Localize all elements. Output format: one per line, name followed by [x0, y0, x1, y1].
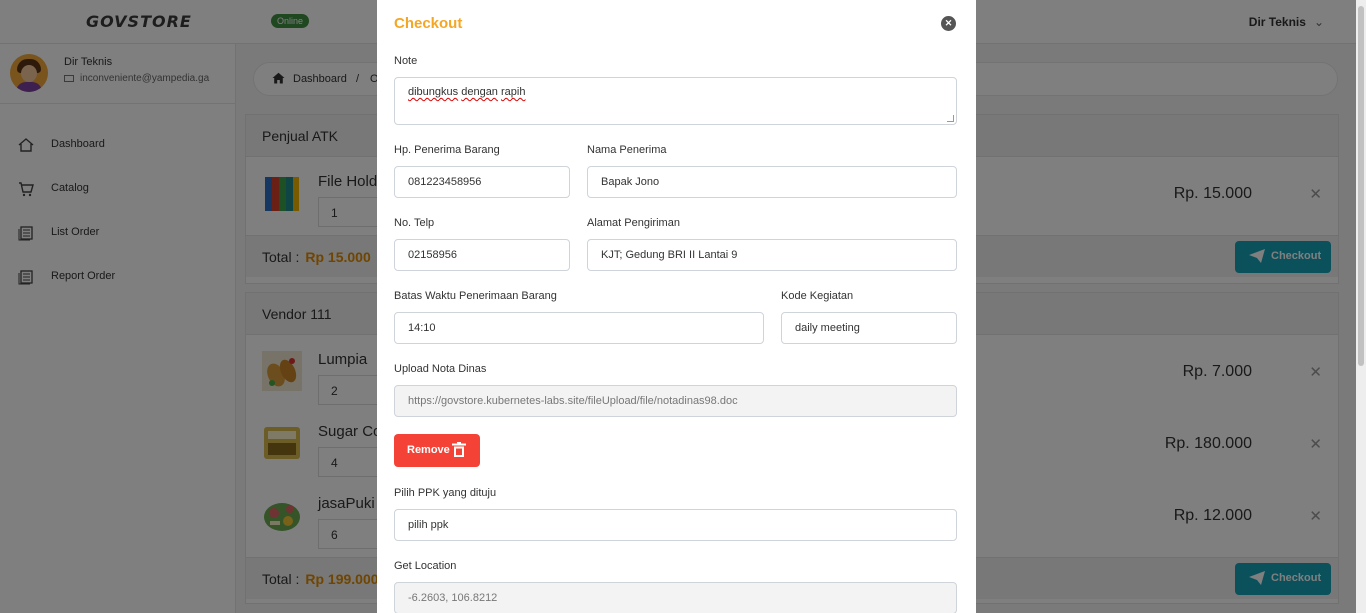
close-icon[interactable]: ✕ [941, 16, 956, 31]
kode-kegiatan-label: Kode Kegiatan [781, 290, 854, 302]
nama-penerima-label: Nama Penerima [587, 144, 667, 156]
batas-waktu-input[interactable]: 14:10 [394, 312, 764, 344]
checkout-modal: Checkout ✕ Note dibungkus dengan rapih H… [377, 0, 976, 613]
scrollbar-thumb[interactable] [1358, 6, 1364, 366]
nama-penerima-input[interactable]: Bapak Jono [587, 166, 957, 198]
remove-label: Remove [407, 444, 450, 456]
alamat-input[interactable]: KJT; Gedung BRI II Lantai 9 [587, 239, 957, 271]
hp-penerima-label: Hp. Penerima Barang [394, 144, 500, 156]
note-text-word: rapih [501, 86, 526, 98]
note-textarea[interactable]: dibungkus dengan rapih [394, 77, 957, 125]
location-field: -6.2603, 106.8212 [394, 582, 957, 613]
upload-nota-field: https://govstore.kubernetes-labs.site/fi… [394, 385, 957, 417]
kode-kegiatan-input[interactable]: daily meeting [781, 312, 957, 344]
note-text-word: dibungkus [408, 86, 459, 98]
modal-title: Checkout [394, 15, 463, 32]
note-text-word: dengan [461, 86, 498, 98]
upload-nota-label: Upload Nota Dinas [394, 363, 487, 375]
no-telp-input[interactable]: 02158956 [394, 239, 570, 271]
alamat-label: Alamat Pengiriman [587, 217, 680, 229]
resize-handle[interactable] [947, 115, 954, 122]
location-label: Get Location [394, 560, 457, 572]
remove-button[interactable]: Remove [394, 434, 480, 467]
page-scrollbar[interactable] [1356, 0, 1366, 613]
trash-icon [452, 442, 466, 457]
hp-penerima-input[interactable]: 081223458956 [394, 166, 570, 198]
no-telp-label: No. Telp [394, 217, 435, 229]
note-label: Note [394, 55, 418, 67]
ppk-label: Pilih PPK yang dituju [394, 487, 497, 499]
batas-waktu-label: Batas Waktu Penerimaan Barang [394, 290, 557, 302]
ppk-select[interactable]: pilih ppk [394, 509, 957, 541]
